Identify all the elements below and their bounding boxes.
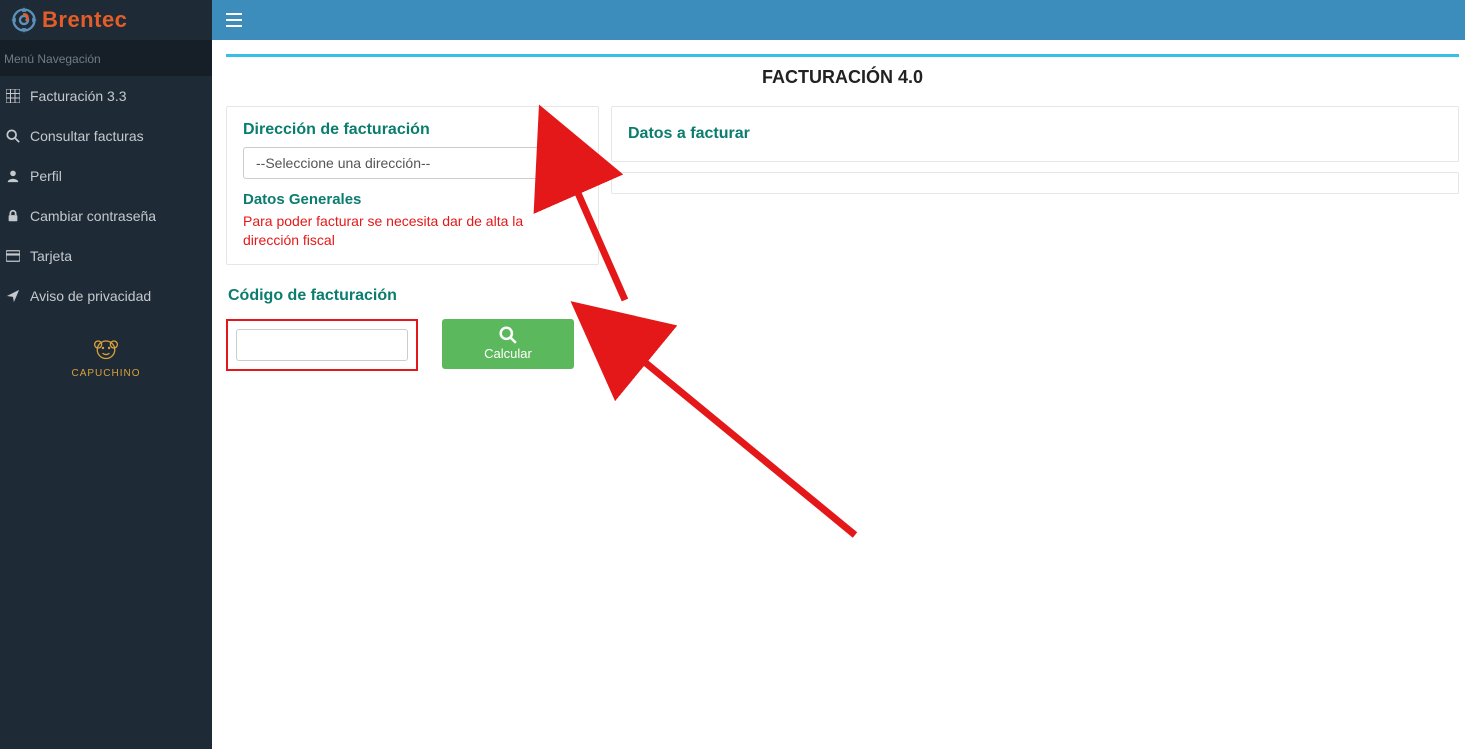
hamburger-icon[interactable] — [226, 13, 242, 27]
sidebar: Brentec Menú Navegación Facturación 3.3 … — [0, 0, 212, 749]
datos-generales-title: Datos Generales — [243, 191, 582, 208]
direccion-card: Dirección de facturación --Seleccione un… — [226, 106, 599, 265]
sidebar-item-label: Consultar facturas — [30, 128, 144, 144]
sidebar-item-aviso[interactable]: Aviso de privacidad — [0, 276, 212, 316]
sidebar-item-label: Perfil — [30, 168, 62, 184]
datos-generales-warning: Para poder facturar se necesita dar de a… — [243, 212, 582, 250]
brand-name: Brentec — [42, 7, 127, 33]
sidebar-item-consultar[interactable]: Consultar facturas — [0, 116, 212, 156]
datos-facturar-empty-card — [611, 172, 1459, 194]
main-area: FACTURACIÓN 4.0 Dirección de facturación… — [212, 0, 1465, 749]
calcular-label: Calcular — [484, 346, 532, 361]
direccion-select[interactable]: --Seleccione una dirección-- — [243, 147, 582, 179]
grid-icon — [6, 89, 20, 103]
brand: Brentec — [0, 0, 212, 40]
search-icon — [499, 326, 517, 344]
direccion-title: Dirección de facturación — [243, 121, 582, 139]
lock-icon — [6, 209, 20, 223]
user-icon — [6, 169, 20, 183]
accent-line — [226, 54, 1459, 57]
capuchino-label: CAPUCHINO — [0, 368, 212, 379]
page-title: FACTURACIÓN 4.0 — [226, 67, 1459, 88]
brand-gear-icon — [10, 6, 38, 34]
codigo-highlight-box — [226, 319, 418, 371]
nav-list: Facturación 3.3 Consultar facturas Perfi… — [0, 76, 212, 316]
sidebar-item-label: Cambiar contraseña — [30, 208, 156, 224]
codigo-row: Calcular — [226, 319, 599, 371]
search-icon — [6, 129, 20, 143]
calcular-button[interactable]: Calcular — [442, 319, 574, 369]
capuchino-branding: CAPUCHINO — [0, 334, 212, 379]
content: FACTURACIÓN 4.0 Dirección de facturación… — [212, 40, 1465, 749]
sidebar-item-label: Aviso de privacidad — [30, 288, 151, 304]
codigo-title: Código de facturación — [228, 287, 599, 305]
sidebar-item-facturacion[interactable]: Facturación 3.3 — [0, 76, 212, 116]
datos-facturar-card: Datos a facturar — [611, 106, 1459, 162]
topbar — [212, 0, 1465, 40]
sidebar-item-perfil[interactable]: Perfil — [0, 156, 212, 196]
sidebar-item-tarjeta[interactable]: Tarjeta — [0, 236, 212, 276]
datos-facturar-title: Datos a facturar — [628, 125, 750, 143]
codigo-input[interactable] — [236, 329, 408, 361]
sidebar-item-cambiar-contrasena[interactable]: Cambiar contraseña — [0, 196, 212, 236]
sidebar-item-label: Facturación 3.3 — [30, 88, 127, 104]
sidebar-item-label: Tarjeta — [30, 248, 72, 264]
paper-plane-icon — [6, 289, 20, 303]
card-icon — [6, 249, 20, 263]
menu-header: Menú Navegación — [0, 40, 212, 76]
monkey-icon — [92, 334, 120, 362]
